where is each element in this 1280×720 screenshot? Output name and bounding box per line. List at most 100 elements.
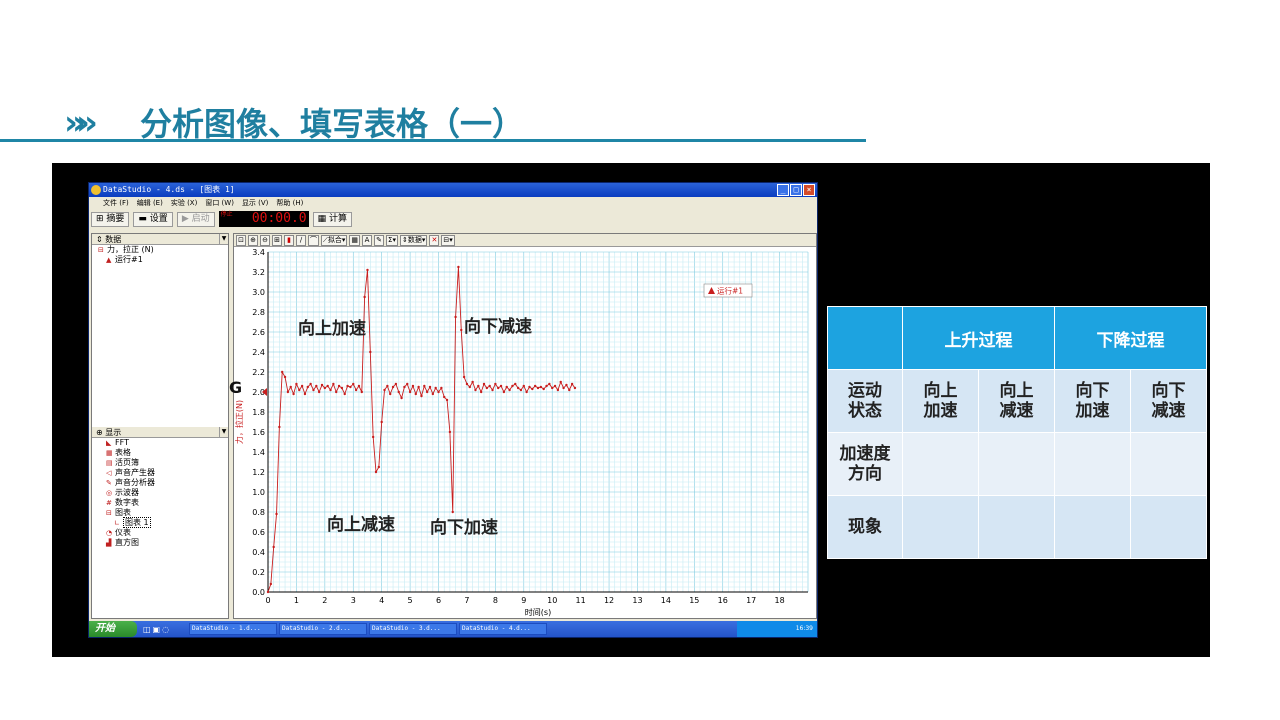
tree-item-run1[interactable]: ▲ 运行#1	[92, 255, 228, 265]
text-icon[interactable]: A	[362, 234, 373, 246]
data-point	[477, 384, 480, 388]
smart-tool-icon[interactable]: ▮	[284, 234, 294, 246]
x-tick-label: 6	[436, 596, 441, 605]
sensor-icon: ⊟	[98, 246, 104, 254]
menu-file[interactable]: 文件 (F)	[103, 197, 129, 209]
tree-item-sound-analyzer[interactable]: ✎ 声音分析器	[92, 478, 228, 488]
task-item-4[interactable]: DataStudio - 4.d...	[459, 623, 547, 635]
tree-item-histogram[interactable]: ▟ 直方图	[92, 538, 228, 548]
table-cell[interactable]	[978, 495, 1055, 559]
calculator-icon[interactable]: ▦	[349, 234, 361, 246]
title-underline	[0, 139, 866, 142]
data-pane-header[interactable]: ⇕ 数据 ▼	[92, 234, 228, 245]
table-cell[interactable]: 向上 减速	[978, 369, 1055, 433]
data-point	[536, 386, 540, 390]
digits-icon: #	[106, 499, 112, 507]
data-point	[471, 380, 474, 384]
settings-dropdown[interactable]: ⊟▾	[441, 234, 455, 246]
setup-icon: ▬	[138, 213, 150, 224]
data-point	[295, 382, 298, 386]
tree-item-meter[interactable]: ◔ 仪表	[92, 528, 228, 538]
note-icon[interactable]: ✎	[374, 234, 385, 246]
tree-item-sound-generator[interactable]: ◁ 声音产生器	[92, 468, 228, 478]
menu-help[interactable]: 帮助 (H)	[276, 197, 303, 209]
table-cell[interactable]: 向下 加速	[1054, 369, 1131, 433]
stop-label: 停止	[220, 211, 233, 218]
data-point	[570, 382, 574, 386]
start-button[interactable]: ▶ 启动	[176, 211, 215, 227]
close-icon[interactable]: ×	[803, 184, 815, 196]
table-cell[interactable]: 向上 加速	[902, 369, 979, 433]
table-cell[interactable]: 向下 减速	[1130, 369, 1207, 433]
data-point	[425, 390, 429, 394]
zoom-select-icon[interactable]: ⊞	[272, 234, 282, 246]
fit-dropdown[interactable]: ⟋拟合▾	[321, 234, 348, 246]
histogram-icon: ▟	[106, 539, 112, 547]
timer-display: 停止 00:00.0	[218, 211, 309, 227]
data-point	[485, 386, 489, 390]
setup-button[interactable]: ▬ 设置	[133, 211, 173, 227]
tree-item-graph1[interactable]: ∟ 图表 1	[92, 517, 228, 528]
force-time-chart[interactable]: 0 1 2 3 4 5 6 7 8 9 10 11 12 13 14 15 16 17 180.00.20.40.6…	[234, 248, 816, 618]
data-point	[380, 420, 383, 424]
window-titlebar[interactable]: DataStudio - 4.ds - [图表 1] _ □ ×	[89, 183, 817, 197]
menu-experiment[interactable]: 实验 (X)	[171, 197, 197, 209]
row-label-acceleration: 加速度 方向	[827, 432, 903, 496]
tree-item-workbook[interactable]: ▤ 活页簿	[92, 458, 228, 468]
chevron-down-icon[interactable]: ▼	[219, 234, 228, 244]
start-menu-button[interactable]: 开始	[89, 621, 137, 637]
data-point	[278, 425, 281, 429]
minimize-icon[interactable]: _	[777, 184, 789, 196]
data-point	[434, 386, 437, 390]
table-cell[interactable]	[978, 432, 1055, 496]
y-tick-label: 3.2	[252, 268, 265, 277]
data-point	[497, 386, 500, 390]
data-dropdown[interactable]: ⇕数据▾	[399, 234, 428, 246]
calculate-button[interactable]: ▦ 计算	[312, 211, 353, 227]
task-item-2[interactable]: DataStudio - 2.d...	[279, 623, 367, 635]
data-point	[551, 386, 554, 390]
table-cell[interactable]	[902, 495, 979, 559]
tree-item-graph[interactable]: ⊟ 图表	[92, 508, 228, 518]
x-tick-label: 16	[718, 596, 728, 605]
table-cell[interactable]	[902, 432, 979, 496]
calculator-icon: ▦	[317, 213, 329, 224]
maximize-icon[interactable]: □	[790, 184, 802, 196]
statistics-dropdown[interactable]: Σ▾	[386, 234, 398, 246]
data-point	[383, 388, 386, 392]
table-cell[interactable]	[1054, 495, 1131, 559]
slope-icon[interactable]: ∕	[296, 234, 306, 246]
data-point	[482, 382, 486, 386]
data-point	[414, 392, 417, 396]
menu-view[interactable]: 显示 (V)	[242, 197, 268, 209]
data-point	[406, 382, 409, 386]
task-item-3[interactable]: DataStudio - 3.d...	[369, 623, 457, 635]
chevron-down-icon[interactable]: ▼	[219, 427, 228, 437]
data-point	[323, 386, 327, 390]
graph-icon: ∟	[114, 519, 120, 527]
data-point	[445, 398, 449, 402]
tree-item-fft[interactable]: ◣ FFT	[92, 438, 228, 448]
summary-button[interactable]: ⊞ 摘要	[91, 211, 130, 227]
table-cell[interactable]	[1130, 432, 1207, 496]
data-point	[462, 375, 466, 379]
task-item-1[interactable]: DataStudio - 1.d...	[189, 623, 277, 635]
table-cell[interactable]	[1130, 495, 1207, 559]
data-point	[479, 390, 483, 394]
delete-icon[interactable]: ✕	[429, 234, 440, 246]
table-cell[interactable]	[1054, 432, 1131, 496]
menu-edit[interactable]: 编辑 (E)	[137, 197, 163, 209]
menu-window[interactable]: 窗口 (W)	[205, 197, 234, 209]
display-pane-header[interactable]: ⊕ 显示 ▼	[92, 427, 228, 438]
zoom-out-icon[interactable]: ⊖	[260, 234, 270, 246]
data-point	[573, 386, 577, 390]
tree-item-table[interactable]: ▦ 表格	[92, 448, 228, 458]
tree-item-oscilloscope[interactable]: ◎ 示波器	[92, 488, 228, 498]
tree-item-digits[interactable]: # 数字表	[92, 498, 228, 508]
scale-to-fit-icon[interactable]: ⊡	[236, 234, 246, 246]
data-point	[386, 384, 389, 388]
data-point	[548, 382, 551, 386]
area-icon[interactable]: ⌒	[308, 234, 319, 246]
zoom-in-icon[interactable]: ⊕	[248, 234, 258, 246]
tree-item-force[interactable]: ⊟ 力，拉正 (N)	[92, 245, 228, 255]
